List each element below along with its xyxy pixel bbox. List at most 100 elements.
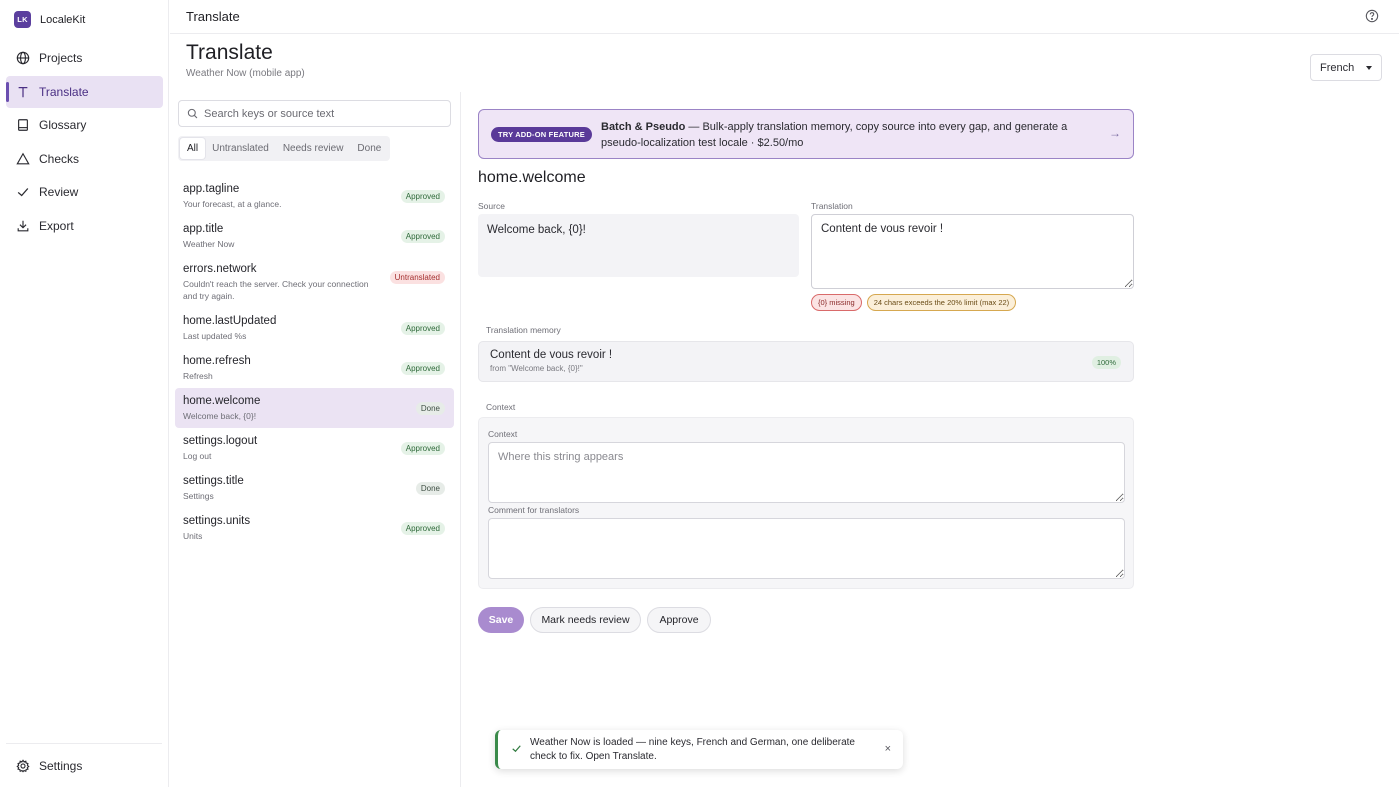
tab-untranslated[interactable]: Untranslated (205, 138, 276, 159)
language-select[interactable]: French (1310, 54, 1382, 81)
promo-text: Batch & Pseudo — Bulk-apply translation … (601, 119, 1071, 151)
toast-notification: Weather Now is loaded — nine keys, Frenc… (495, 730, 903, 769)
mark-needs-review-button[interactable]: Mark needs review (530, 607, 641, 633)
status-badge: Approved (400, 190, 445, 203)
comment-input[interactable] (488, 518, 1125, 579)
status-badge: Approved (400, 442, 445, 455)
check-icon (16, 185, 30, 199)
globe-icon (16, 51, 30, 65)
toast-message: Weather Now is loaded — nine keys, Frenc… (530, 737, 855, 762)
sidebar-item-settings[interactable]: Settings (6, 750, 163, 782)
sidebar-nav: Projects Translate Glossary Checks Revie… (6, 42, 163, 243)
placeholder-missing-chip: {0} missing (811, 294, 862, 311)
sidebar-item-label: Glossary (39, 118, 87, 132)
key-item[interactable]: errors.network Couldn't reach the server… (175, 256, 454, 308)
status-badge: Approved (400, 322, 445, 335)
source-text: Welcome back, {0}! (478, 214, 799, 277)
sidebar-item-label: Translate (39, 84, 89, 99)
key-source: Weather Now (183, 239, 235, 249)
approve-button[interactable]: Approve (647, 607, 711, 633)
check-icon (512, 745, 521, 753)
brand-logo: LK (14, 11, 31, 28)
save-button[interactable]: Save (478, 607, 524, 633)
tab-done[interactable]: Done (350, 138, 388, 159)
sidebar-item-glossary[interactable]: Glossary (6, 109, 163, 141)
context-label: Context (488, 429, 518, 439)
key-source: Settings (183, 491, 214, 501)
status-badge: Done (415, 482, 445, 495)
addon-chip: TRY ADD-ON FEATURE (491, 127, 592, 142)
status-badge: Approved (400, 362, 445, 375)
sidebar-item-label: Settings (39, 759, 83, 773)
sidebar-divider (6, 743, 162, 744)
translation-input[interactable]: Content de vous revoir ! (811, 214, 1134, 289)
key-item[interactable]: app.tagline Your forecast, at a glance. … (175, 176, 454, 216)
tab-all[interactable]: All (180, 138, 206, 159)
key-name: home.welcome (183, 395, 261, 407)
sidebar-item-translate[interactable]: Translate (6, 75, 163, 108)
tm-match-score: 100% (1091, 356, 1121, 369)
key-item[interactable]: app.title Weather Now Approved (175, 216, 454, 256)
translation-label: Translation (811, 201, 853, 211)
comment-label: Comment for translators (488, 505, 580, 515)
context-group: Context Comment for translators (478, 417, 1134, 589)
key-item[interactable]: settings.units Units Approved (175, 508, 454, 548)
key-source: Units (183, 531, 203, 541)
context-input[interactable] (488, 442, 1125, 503)
brand[interactable]: LK LocaleKit (14, 11, 85, 28)
selected-key-title: home.welcome (478, 169, 586, 186)
key-item-selected[interactable]: home.welcome Welcome back, {0}! Done (175, 388, 454, 428)
book-icon (16, 118, 30, 132)
key-source: Your forecast, at a glance. (183, 199, 282, 209)
search-input[interactable] (204, 107, 444, 120)
addon-promo-banner[interactable]: TRY ADD-ON FEATURE Batch & Pseudo — Bulk… (478, 109, 1134, 159)
sidebar-item-export[interactable]: Export (6, 210, 163, 242)
page-title: Translate (186, 41, 273, 64)
sidebar-item-projects[interactable]: Projects (6, 42, 163, 74)
validation-issues: {0} missing 24 chars exceeds the 20% lim… (811, 294, 1017, 311)
sidebar-item-checks[interactable]: Checks (6, 143, 163, 175)
status-badge: Approved (400, 522, 445, 535)
language-select-value: French (1320, 61, 1355, 74)
project-subtitle: Weather Now (mobile app) (186, 68, 305, 79)
status-badge: Untranslated (389, 271, 445, 284)
key-source: Last updated %s (183, 331, 247, 341)
sidebar-item-review[interactable]: Review (6, 176, 163, 208)
help-icon[interactable] (1365, 9, 1379, 23)
translation-memory-suggestion[interactable]: Content de vous revoir ! from "Welcome b… (478, 341, 1134, 382)
brand-name: LocaleKit (40, 13, 86, 26)
status-filter-tabs: All Untranslated Needs review Done (178, 136, 391, 161)
search-box[interactable] (178, 100, 451, 127)
topbar: Translate (170, 0, 1399, 34)
gear-icon (16, 759, 30, 773)
download-icon (16, 219, 30, 233)
close-icon[interactable]: × (885, 743, 891, 755)
search-icon (187, 108, 198, 119)
key-item[interactable]: home.refresh Refresh Approved (175, 348, 454, 388)
tab-needs-review[interactable]: Needs review (276, 138, 351, 159)
topbar-title: Translate (186, 9, 240, 24)
key-source: Log out (183, 451, 212, 461)
key-list: app.tagline Your forecast, at a glance. … (175, 176, 454, 548)
sidebar-item-label: Review (39, 185, 79, 199)
source-label: Source (478, 201, 505, 211)
context-section-label: Context (486, 402, 516, 412)
key-source: Welcome back, {0}! (183, 411, 257, 421)
caret-down-icon (1366, 66, 1372, 70)
sidebar: LK LocaleKit Projects Translate Glossary (0, 0, 169, 787)
status-badge: Done (415, 402, 445, 415)
tm-label: Translation memory (486, 325, 561, 335)
key-item[interactable]: settings.title Settings Done (175, 468, 454, 508)
promo-title: Batch & Pseudo (601, 121, 686, 133)
key-source: Refresh (183, 371, 213, 381)
sidebar-item-label: Projects (39, 51, 83, 65)
key-item[interactable]: home.lastUpdated Last updated %s Approve… (175, 308, 454, 348)
arrow-right-icon[interactable]: → (1109, 126, 1121, 140)
keys-panel: All Untranslated Needs review Done app.t… (170, 92, 461, 787)
status-badge: Approved (400, 230, 445, 243)
length-limit-chip: 24 chars exceeds the 20% limit (max 22) (866, 294, 1017, 311)
text-icon (16, 85, 30, 99)
tm-text: Content de vous revoir ! (490, 349, 613, 361)
key-item[interactable]: settings.logout Log out Approved (175, 428, 454, 468)
key-source: Couldn't reach the server. Check your co… (183, 279, 369, 301)
